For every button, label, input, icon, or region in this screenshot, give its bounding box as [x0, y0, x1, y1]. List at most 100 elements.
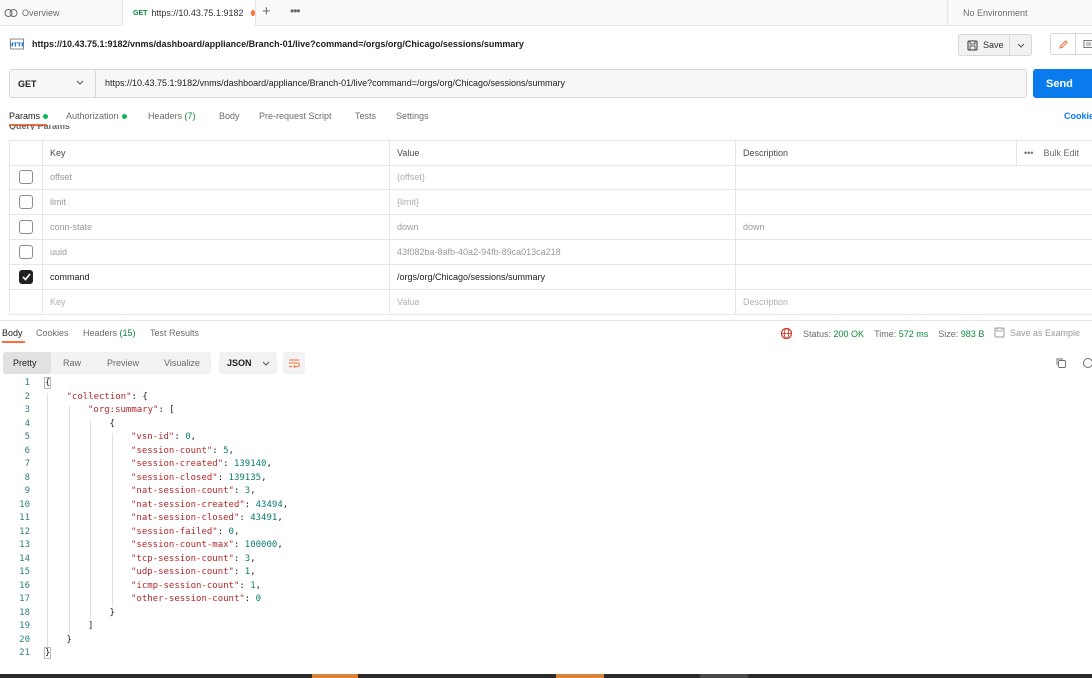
new-key-input[interactable]: Key: [43, 290, 390, 314]
code-line: 11 "nat-session-closed": 43491,: [0, 512, 1092, 526]
param-checkbox-checked[interactable]: [19, 270, 33, 284]
json-punctuation: :: [217, 472, 229, 483]
tab-headers[interactable]: Headers (7): [148, 111, 196, 121]
response-tab-cookies[interactable]: Cookies: [36, 328, 69, 338]
json-punctuation: ,: [266, 459, 272, 469]
tab-settings[interactable]: Settings: [396, 111, 429, 121]
tab-request-label: https://10.43.75.1:9182: [151, 8, 244, 18]
tab-request[interactable]: GET https://10.43.75.1:9182: [122, 0, 256, 26]
new-value-input[interactable]: Value: [390, 290, 736, 314]
param-value[interactable]: down: [390, 215, 736, 239]
code-text: "other-session-count": 0: [131, 593, 261, 607]
method-select[interactable]: GET: [10, 70, 96, 97]
search-icon[interactable]: [1082, 357, 1092, 369]
line-number: 17: [19, 594, 30, 604]
taskbar-item: [556, 674, 604, 678]
tab-params[interactable]: Params: [9, 111, 49, 121]
chevron-down-icon: [1017, 43, 1024, 48]
param-key[interactable]: command: [43, 265, 390, 289]
status-value[interactable]: 200 OK: [834, 329, 865, 339]
overview-icon: [4, 8, 18, 17]
code-text: ]: [88, 620, 93, 634]
param-key[interactable]: uuid: [43, 240, 390, 264]
json-punctuation: : [: [158, 405, 175, 415]
param-checkbox[interactable]: [19, 170, 33, 184]
tab-overview[interactable]: Overview: [0, 0, 122, 25]
param-description[interactable]: [736, 240, 1016, 264]
view-preview-button[interactable]: Preview: [97, 352, 149, 374]
param-checkbox[interactable]: [19, 245, 33, 259]
checkmark-icon: [21, 273, 31, 281]
param-description[interactable]: [736, 190, 1016, 214]
tab-pre-request-script[interactable]: Pre-request Script: [259, 111, 332, 121]
param-value[interactable]: {offset}: [390, 165, 736, 189]
header-key: Key: [43, 141, 390, 165]
param-value[interactable]: 43f082ba-8afb-40a2-94fb-89ca013ca218: [390, 240, 736, 264]
param-checkbox[interactable]: [19, 220, 33, 234]
json-punctuation: }: [66, 634, 72, 645]
response-tab-body[interactable]: Body: [2, 328, 23, 338]
code-line: 6 "session-count": 5,: [0, 445, 1092, 459]
save-icon: [994, 327, 1005, 338]
tab-headers-label: Headers: [148, 111, 183, 121]
more-options-icon[interactable]: •••: [1024, 148, 1033, 158]
send-button[interactable]: Send: [1033, 69, 1092, 98]
view-pretty-button[interactable]: Pretty: [3, 352, 51, 374]
param-description[interactable]: [736, 265, 1016, 289]
json-punctuation: :: [233, 486, 245, 496]
request-title[interactable]: https://10.43.75.1:9182/vnms/dashboard/a…: [32, 39, 524, 49]
param-value[interactable]: /orgs/org/Chicago/sessions/summary: [390, 265, 736, 289]
view-visualize-button[interactable]: Visualize: [154, 352, 210, 374]
comments-button[interactable]: [1076, 33, 1092, 55]
save-as-example-label: Save as Example: [1010, 327, 1081, 338]
line-number: 18: [19, 607, 30, 618]
url-input[interactable]: https://10.43.75.1:9182/vnms/dashboard/a…: [105, 78, 565, 88]
wrap-lines-button[interactable]: [283, 352, 305, 374]
size-value[interactable]: 983 B: [961, 329, 985, 339]
tab-authorization-label: Authorization: [66, 111, 119, 121]
format-select[interactable]: JSON: [219, 352, 277, 374]
param-key[interactable]: conn-state: [43, 215, 390, 239]
chevron-down-icon: [262, 361, 269, 366]
param-value[interactable]: {limit}: [390, 190, 736, 214]
line-number: 13: [19, 540, 30, 550]
view-raw-button[interactable]: Raw: [53, 352, 91, 374]
more-tabs-button[interactable]: •••: [290, 3, 301, 19]
comment-icon: [1083, 39, 1092, 48]
tab-authorization[interactable]: Authorization: [66, 111, 127, 121]
param-key[interactable]: limit: [43, 190, 390, 214]
param-description[interactable]: [736, 165, 1016, 189]
tab-tests[interactable]: Tests: [355, 111, 376, 121]
param-key[interactable]: offset: [43, 165, 390, 189]
code-line: 8 "session-closed": 139135,: [0, 472, 1092, 486]
line-number: 3: [24, 405, 30, 415]
code-line: 18}: [0, 607, 1092, 621]
line-number: 20: [19, 634, 30, 645]
time-value[interactable]: 572 ms: [899, 329, 929, 339]
tab-body[interactable]: Body: [219, 111, 240, 121]
copy-icon[interactable]: [1055, 357, 1067, 369]
save-label: Save: [983, 40, 1004, 50]
code-text: "vsn-id": 0,: [131, 431, 196, 445]
row-checkbox-cell: [10, 190, 43, 214]
bulk-edit-button[interactable]: ••• Bulk Edit: [1016, 141, 1092, 165]
code-line: 7 "session-created": 139140,: [0, 458, 1092, 472]
param-description[interactable]: down: [736, 215, 1016, 239]
table-row-new: Key Value Description: [9, 290, 1092, 315]
edit-button[interactable]: [1050, 33, 1076, 55]
json-punctuation: :: [223, 459, 234, 469]
json-punctuation: }: [43, 647, 52, 659]
globe-icon[interactable]: [780, 327, 793, 340]
param-checkbox[interactable]: [19, 195, 33, 209]
environment-select[interactable]: No Environment: [947, 0, 1092, 25]
request-title-row: HTTP https://10.43.75.1:9182/vnms/dashbo…: [0, 30, 1092, 60]
response-tab-test-results[interactable]: Test Results: [150, 328, 199, 338]
new-tab-button[interactable]: +: [262, 3, 271, 21]
cookies-link[interactable]: Cookie: [1064, 111, 1092, 121]
new-description-input[interactable]: Description: [736, 290, 1016, 314]
save-options-button[interactable]: [1010, 34, 1032, 56]
save-button[interactable]: Save: [958, 34, 1010, 56]
json-punctuation: ,: [250, 486, 256, 496]
response-tab-headers[interactable]: Headers (15): [83, 328, 136, 338]
save-as-example-button[interactable]: Save as Example: [994, 327, 1080, 338]
